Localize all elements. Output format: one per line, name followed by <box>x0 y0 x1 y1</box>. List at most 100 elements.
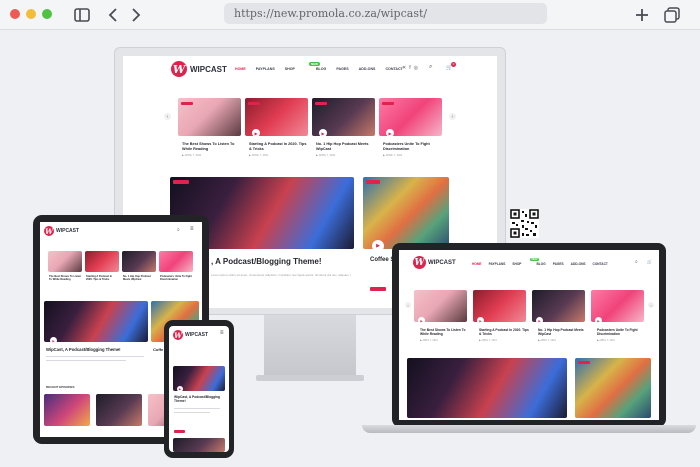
carousel-card-image[interactable] <box>122 251 156 272</box>
menu-item-addons[interactable]: ADD-ONS <box>571 262 586 266</box>
play-icon[interactable]: ▶ <box>386 129 394 137</box>
menu-item-shop[interactable]: SHOP NEW <box>285 62 320 71</box>
play-icon[interactable]: ▶ <box>252 129 260 137</box>
facebook-icon[interactable]: f <box>409 65 410 71</box>
site-logo[interactable]: W WIPCAST <box>173 330 208 340</box>
zoom-window-button[interactable] <box>42 9 52 19</box>
play-icon[interactable]: ▶ <box>372 240 384 252</box>
carousel-card-meta: ▶ APRIL 7, 2021 <box>479 339 497 342</box>
logo-mark: W <box>173 330 183 340</box>
twitter-icon[interactable]: ✕ <box>402 65 406 71</box>
carousel-card-meta: ▶ APRIL 7, 2021 <box>597 339 615 342</box>
carousel-card-title[interactable]: No. 1 Hip Hop Podcast Meets WipCast <box>123 275 156 281</box>
carousel-card-image[interactable] <box>159 251 193 272</box>
featured-post-image[interactable] <box>407 358 567 418</box>
carousel-prev-button[interactable]: ‹ <box>405 302 411 308</box>
site-logo[interactable]: W WIPCAST <box>44 226 79 236</box>
menu-item-payplans[interactable]: PAYPLANS <box>489 262 506 266</box>
carousel-card-title[interactable]: No. 1 Hip Hop Podcast Meets WipCast <box>538 328 588 336</box>
chevron-left-icon[interactable] <box>103 5 123 25</box>
logo-text: WIPCAST <box>56 228 80 234</box>
category-tag <box>366 180 380 184</box>
divider <box>46 360 126 361</box>
episode-image[interactable] <box>96 394 142 426</box>
carousel-card-title[interactable]: No. 1 Hip Hop Podcast Meets WipCast <box>316 142 374 151</box>
menu-item-blog[interactable]: BLOG <box>316 67 326 71</box>
carousel-card-title[interactable]: The Best Shows To Listen To While Readin… <box>182 142 240 151</box>
carousel-prev-button[interactable]: ‹ <box>164 113 171 120</box>
play-icon[interactable]: ▶ <box>477 317 484 324</box>
hamburger-menu-icon[interactable]: ≡ <box>220 330 224 336</box>
sidebar-icon[interactable] <box>72 5 92 25</box>
carousel-card-title[interactable]: Starting A Podcast In 2020. Tips & Trick… <box>479 328 529 336</box>
featured-post-image[interactable] <box>44 301 148 342</box>
site-logo[interactable]: W WIPCAST <box>171 61 227 77</box>
instagram-icon[interactable]: ◎ <box>414 65 418 71</box>
address-bar[interactable]: https://new.promola.co.za/wipcast/ <box>224 3 547 24</box>
carousel-card-meta: ▶ APRIL 7, 2021 <box>420 339 438 342</box>
new-badge: NEW <box>530 258 539 261</box>
hamburger-menu-icon[interactable]: ≡ <box>190 226 194 232</box>
play-icon[interactable]: ▶ <box>177 386 183 392</box>
carousel-card-meta: ▶ APRIL 7, 2021 <box>249 154 269 157</box>
menu-item-home[interactable]: HOME <box>235 67 246 71</box>
featured-post-title[interactable]: WipCast, A Podcast/Blogging Theme! <box>46 347 121 352</box>
browser-toolbar: https://new.promola.co.za/wipcast/ <box>0 0 700 30</box>
play-icon[interactable]: ▶ <box>319 129 327 137</box>
play-icon[interactable]: ▶ <box>418 317 425 324</box>
menu-item-addons[interactable]: ADD-ONS <box>359 67 376 71</box>
carousel-card-title[interactable]: Podcasters Unite To Fight Discrimination <box>160 275 193 281</box>
recent-episodes-heading: RECENT EPISODES <box>46 385 75 389</box>
menu-item-pages[interactable]: PAGES <box>336 67 348 71</box>
menu-item-blog[interactable]: BLOG <box>537 262 546 266</box>
minimize-window-button[interactable] <box>26 9 36 19</box>
side-post-image[interactable] <box>363 177 449 249</box>
carousel-card-title[interactable]: Starting A Podcast In 2020. Tips & Trick… <box>86 275 119 281</box>
plus-icon[interactable] <box>632 5 652 25</box>
carousel-next-button[interactable]: › <box>449 113 456 120</box>
chevron-right-icon[interactable] <box>126 5 146 25</box>
carousel-card-meta: ▶ APRIL 7, 2021 <box>383 154 403 157</box>
carousel-next-button[interactable]: › <box>648 302 654 308</box>
menu-item-contact[interactable]: CONTACT <box>593 262 608 266</box>
play-icon[interactable]: ▶ <box>536 317 543 324</box>
carousel-card-title[interactable]: The Best Shows To Listen To While Readin… <box>420 328 470 336</box>
carousel-card-title[interactable]: Podcasters Unite To Fight Discrimination <box>597 328 647 336</box>
close-window-button[interactable] <box>10 9 20 19</box>
read-more-button[interactable] <box>174 430 185 433</box>
divider <box>46 356 144 357</box>
play-icon[interactable]: ▶ <box>50 337 57 344</box>
carousel-card-title[interactable]: Podcasters Unite To Fight Discrimination <box>383 142 441 151</box>
menu-item-payplans[interactable]: PAYPLANS <box>256 67 275 71</box>
episode-image[interactable] <box>173 438 225 452</box>
menu-item-pages[interactable]: PAGES <box>553 262 564 266</box>
laptop-screen: W WIPCAST HOME PAYPLANS SHOP NEW BLOG PAG… <box>399 250 659 420</box>
play-icon[interactable]: ▶ <box>595 317 602 324</box>
phone-screen: W WIPCAST ≡ ▶ WipCast, A Podcast/Bloggin… <box>169 326 229 452</box>
menu-item-contact[interactable]: CONTACT <box>385 67 402 71</box>
logo-text: WIPCAST <box>185 332 209 338</box>
menu-item-label: SHOP <box>512 262 522 266</box>
carousel-card-title[interactable]: The Best Shows To Listen To While Readin… <box>49 275 82 281</box>
episode-image[interactable] <box>44 394 90 426</box>
cart-count-badge: 0 <box>451 62 456 67</box>
read-more-button[interactable] <box>370 287 386 291</box>
category-tag <box>315 102 327 105</box>
search-icon[interactable]: ⌕ <box>177 227 180 233</box>
site-logo[interactable]: W WIPCAST <box>413 256 456 269</box>
featured-post-title[interactable]: WipCast, A Podcast/Blogging Theme! <box>174 395 224 403</box>
search-icon[interactable]: ⌕ <box>429 64 432 71</box>
search-icon[interactable]: ⌕ <box>635 259 638 265</box>
side-post-title[interactable]: Coffee S <box>370 257 394 265</box>
side-post-image[interactable] <box>575 358 651 418</box>
main-menu: HOME PAYPLANS SHOP NEW BLOG PAGES ADD-ONS… <box>472 258 608 266</box>
featured-post-title[interactable]: , A Podcast/Blogging Theme! <box>211 257 322 267</box>
cart-icon[interactable]: 🛒 <box>647 259 652 264</box>
category-tag <box>382 102 394 105</box>
carousel-card-image[interactable] <box>85 251 119 272</box>
menu-item-shop[interactable]: SHOP NEW <box>512 258 539 266</box>
carousel-card-title[interactable]: Starting A Podcast In 2020. Tips & Trick… <box>249 142 307 151</box>
menu-item-home[interactable]: HOME <box>472 262 482 266</box>
carousel-card-image[interactable] <box>48 251 82 272</box>
tabs-overview-icon[interactable] <box>662 5 682 25</box>
